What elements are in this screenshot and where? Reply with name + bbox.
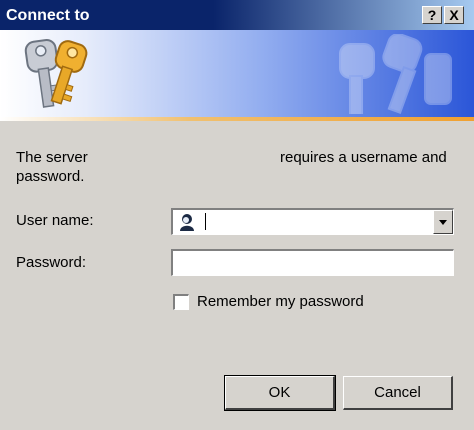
message-line1-start: The server xyxy=(16,149,88,166)
ok-button[interactable]: OK xyxy=(224,375,336,411)
window-title: Connect to xyxy=(6,7,90,24)
password-input[interactable] xyxy=(173,251,453,275)
username-label: User name: xyxy=(16,212,94,229)
banner xyxy=(0,30,474,117)
username-combobox[interactable] xyxy=(171,208,454,235)
keys-watermark-icon xyxy=(339,34,452,114)
title-bar: Connect to ? X xyxy=(0,0,474,30)
cancel-button[interactable]: Cancel xyxy=(343,376,453,410)
password-label: Password: xyxy=(16,254,87,271)
keys-icon xyxy=(24,39,88,108)
password-field[interactable] xyxy=(171,249,454,276)
username-dropdown-button[interactable] xyxy=(433,210,453,234)
remember-password-label[interactable]: Remember my password xyxy=(197,293,364,310)
message-line1-end: requires a username and xyxy=(280,149,447,166)
close-button[interactable]: X xyxy=(444,6,464,24)
remember-password-checkbox[interactable] xyxy=(173,294,189,310)
chevron-down-icon xyxy=(439,220,447,225)
prompt-message: The server requires a username and passw… xyxy=(16,148,461,188)
message-line2: password. xyxy=(16,168,85,185)
help-button[interactable]: ? xyxy=(422,6,442,24)
banner-divider xyxy=(0,117,474,121)
username-input[interactable] xyxy=(173,210,433,234)
